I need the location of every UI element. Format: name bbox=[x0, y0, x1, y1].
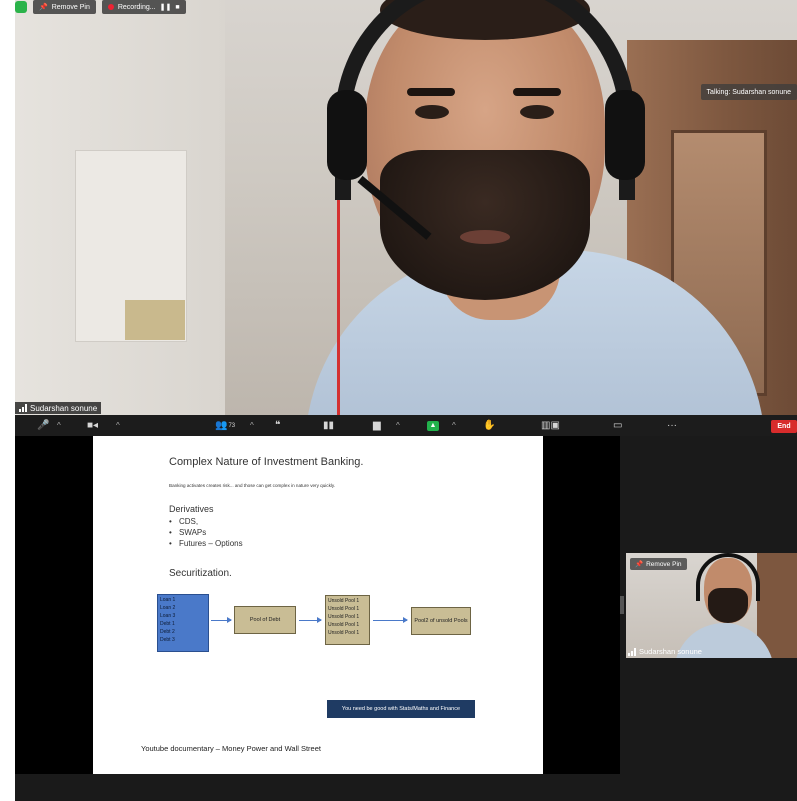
flow-arrow bbox=[299, 617, 322, 623]
recording-dot-icon bbox=[107, 4, 114, 10]
talking-indicator: Talking: Sudarshan sonune bbox=[700, 84, 797, 100]
meeting-toolbar: 🎤 ^ ■◂ ^ 👥 73 ^ ❝ ▮▮ ▆ ^ ▲ ^ ✋ ▥▣ ▭ ··· … bbox=[15, 415, 797, 436]
pool2-box: Pool2 of unsold Pools bbox=[411, 607, 471, 635]
raise-hand-icon: ✋ bbox=[483, 420, 496, 431]
thumb-remove-pin-button[interactable]: 📌 Remove Pin bbox=[630, 558, 687, 570]
resize-handle[interactable] bbox=[620, 596, 624, 614]
pause-icon[interactable]: ❚❚ bbox=[160, 3, 172, 11]
speaker-name-tag: Sudarshan sonune bbox=[15, 402, 102, 414]
bar-chart-icon: ▮▮ bbox=[323, 420, 335, 431]
stop-icon[interactable]: ■ bbox=[175, 4, 179, 11]
audio-options-chevron-up-icon[interactable]: ^ bbox=[57, 418, 61, 433]
unsold-pool-item: Unsold Pool 1 bbox=[328, 614, 360, 620]
speaker-name: Sudarshan sonune bbox=[30, 403, 98, 413]
share-arrow-icon: ▲ bbox=[427, 420, 439, 431]
mute-button[interactable]: 🎤 bbox=[37, 418, 49, 433]
recording-indicator[interactable]: Recording... ❚❚ ■ bbox=[101, 0, 186, 14]
more-button[interactable]: ··· bbox=[667, 418, 677, 433]
thumb-name-tag: Sudarshan sonune bbox=[628, 647, 702, 656]
zoom-window: 📌 Remove Pin Recording... ❚❚ ■ Talking: … bbox=[15, 0, 797, 801]
speaker-figure bbox=[265, 0, 765, 415]
chat-button[interactable]: ▆ bbox=[373, 418, 381, 433]
chat-chevron-up-icon[interactable]: ^ bbox=[396, 418, 400, 433]
headset-cup bbox=[327, 90, 367, 180]
thumb-headset bbox=[696, 553, 760, 601]
video-background-box bbox=[125, 300, 185, 340]
end-meeting-button[interactable]: End bbox=[771, 420, 797, 433]
derivatives-list: CDS, SWAPs Futures – Options bbox=[169, 516, 243, 549]
unsold-pool-item: Unsold Pool 1 bbox=[328, 606, 360, 612]
participants-icon: 👥 bbox=[215, 420, 228, 431]
thumb-remove-pin-label: Remove Pin bbox=[646, 560, 682, 568]
pause-record-icon: ▥▣ bbox=[541, 420, 560, 431]
speaker-mouth bbox=[460, 230, 510, 244]
headset-cup bbox=[605, 90, 645, 180]
microphone-muted-icon: 🎤 bbox=[37, 420, 50, 431]
unsold-pool-item: Unsold Pool 1 bbox=[328, 630, 360, 636]
loan-item: Loan 3 bbox=[160, 613, 176, 619]
loan-item: Debt 2 bbox=[160, 629, 175, 635]
slide-title: Complex Nature of Investment Banking. bbox=[169, 456, 364, 468]
video-gallery: 📌 Remove Pin Sudarshan sonune bbox=[620, 436, 797, 774]
reactions-button[interactable]: ✋ bbox=[483, 418, 495, 433]
share-screen-button[interactable]: ▲ bbox=[427, 418, 439, 433]
slide-section-securitization: Securitization. bbox=[169, 568, 232, 579]
slide-subtitle: Banking activates creates risk... and th… bbox=[169, 483, 336, 488]
participants-button[interactable]: 👥 73 bbox=[215, 418, 235, 433]
main-video: 📌 Remove Pin Recording... ❚❚ ■ Talking: … bbox=[15, 0, 797, 415]
chat-icon: ▆ bbox=[373, 420, 381, 431]
pin-icon: 📌 bbox=[39, 4, 48, 11]
more-label: ··· bbox=[667, 420, 677, 431]
remove-pin-label: Remove Pin bbox=[51, 3, 90, 11]
pool-of-debt-label: Pool of Debt bbox=[249, 617, 281, 623]
thumb-name: Sudarshan sonune bbox=[639, 647, 702, 656]
pin-icon: 📌 bbox=[635, 561, 644, 568]
flow-arrow bbox=[373, 617, 408, 623]
list-item: CDS, bbox=[169, 516, 243, 527]
pause-record-button[interactable]: ▥▣ bbox=[541, 418, 560, 433]
loan-item: Debt 1 bbox=[160, 621, 175, 627]
slide-footer: Youtube documentary – Money Power and Wa… bbox=[141, 744, 321, 753]
participant-thumbnail[interactable]: 📌 Remove Pin Sudarshan sonune bbox=[626, 553, 797, 658]
signal-icon bbox=[19, 404, 27, 412]
pool2-label: Pool2 of unsold Pools bbox=[414, 618, 468, 624]
unsold-pool-item: Unsold Pool 1 bbox=[328, 598, 360, 604]
loan-item: Loan 1 bbox=[160, 597, 176, 603]
pool-of-debt-box: Pool of Debt bbox=[234, 606, 296, 634]
slide-section-derivatives: Derivatives bbox=[169, 504, 214, 514]
stats-note: You need be good with Stats/Maths and Fi… bbox=[327, 700, 475, 718]
view-button[interactable]: ▭ bbox=[613, 418, 622, 433]
list-item: Futures – Options bbox=[169, 538, 243, 549]
loans-box: Loan 1 Loan 2 Loan 3 Debt 1 Debt 2 Debt … bbox=[157, 594, 209, 652]
monitor-icon: ▭ bbox=[613, 420, 623, 431]
recording-label: Recording... bbox=[117, 3, 156, 11]
headset-band bbox=[335, 0, 635, 200]
stats-note-label: You need be good with Stats/Maths and Fi… bbox=[341, 706, 461, 712]
share-chevron-up-icon[interactable]: ^ bbox=[452, 418, 456, 433]
talking-label: Talking: Sudarshan sonune bbox=[706, 88, 791, 96]
list-item: SWAPs bbox=[169, 527, 243, 538]
flow-arrow bbox=[211, 617, 232, 623]
video-off-icon: ■◂ bbox=[87, 420, 99, 431]
participants-chevron-up-icon[interactable]: ^ bbox=[250, 418, 254, 433]
video-options-chevron-up-icon[interactable]: ^ bbox=[116, 418, 120, 433]
shared-screen: Complex Nature of Investment Banking. Ba… bbox=[15, 436, 620, 774]
presentation-slide: Complex Nature of Investment Banking. Ba… bbox=[93, 436, 543, 774]
loan-item: Loan 2 bbox=[160, 605, 176, 611]
headset-cable bbox=[337, 170, 340, 415]
remove-pin-button[interactable]: 📌 Remove Pin bbox=[33, 0, 96, 14]
chat-reactions-button[interactable]: ❝ bbox=[275, 418, 280, 433]
loan-item: Debt 3 bbox=[160, 637, 175, 643]
stop-video-button[interactable]: ■◂ bbox=[87, 418, 98, 433]
polls-button[interactable]: ▮▮ bbox=[323, 418, 334, 433]
chat-bubble-icon: ❝ bbox=[275, 420, 281, 431]
top-controls: 📌 Remove Pin Recording... ❚❚ ■ bbox=[15, 0, 186, 14]
signal-icon bbox=[628, 647, 636, 656]
bottom-bar bbox=[15, 774, 797, 801]
participants-count: 73 bbox=[228, 422, 236, 429]
unsold-pool-item: Unsold Pool 1 bbox=[328, 622, 360, 628]
security-shield-icon[interactable] bbox=[15, 1, 27, 13]
unsold-pools-box: Unsold Pool 1 Unsold Pool 1 Unsold Pool … bbox=[325, 595, 370, 645]
end-label: End bbox=[777, 423, 791, 430]
